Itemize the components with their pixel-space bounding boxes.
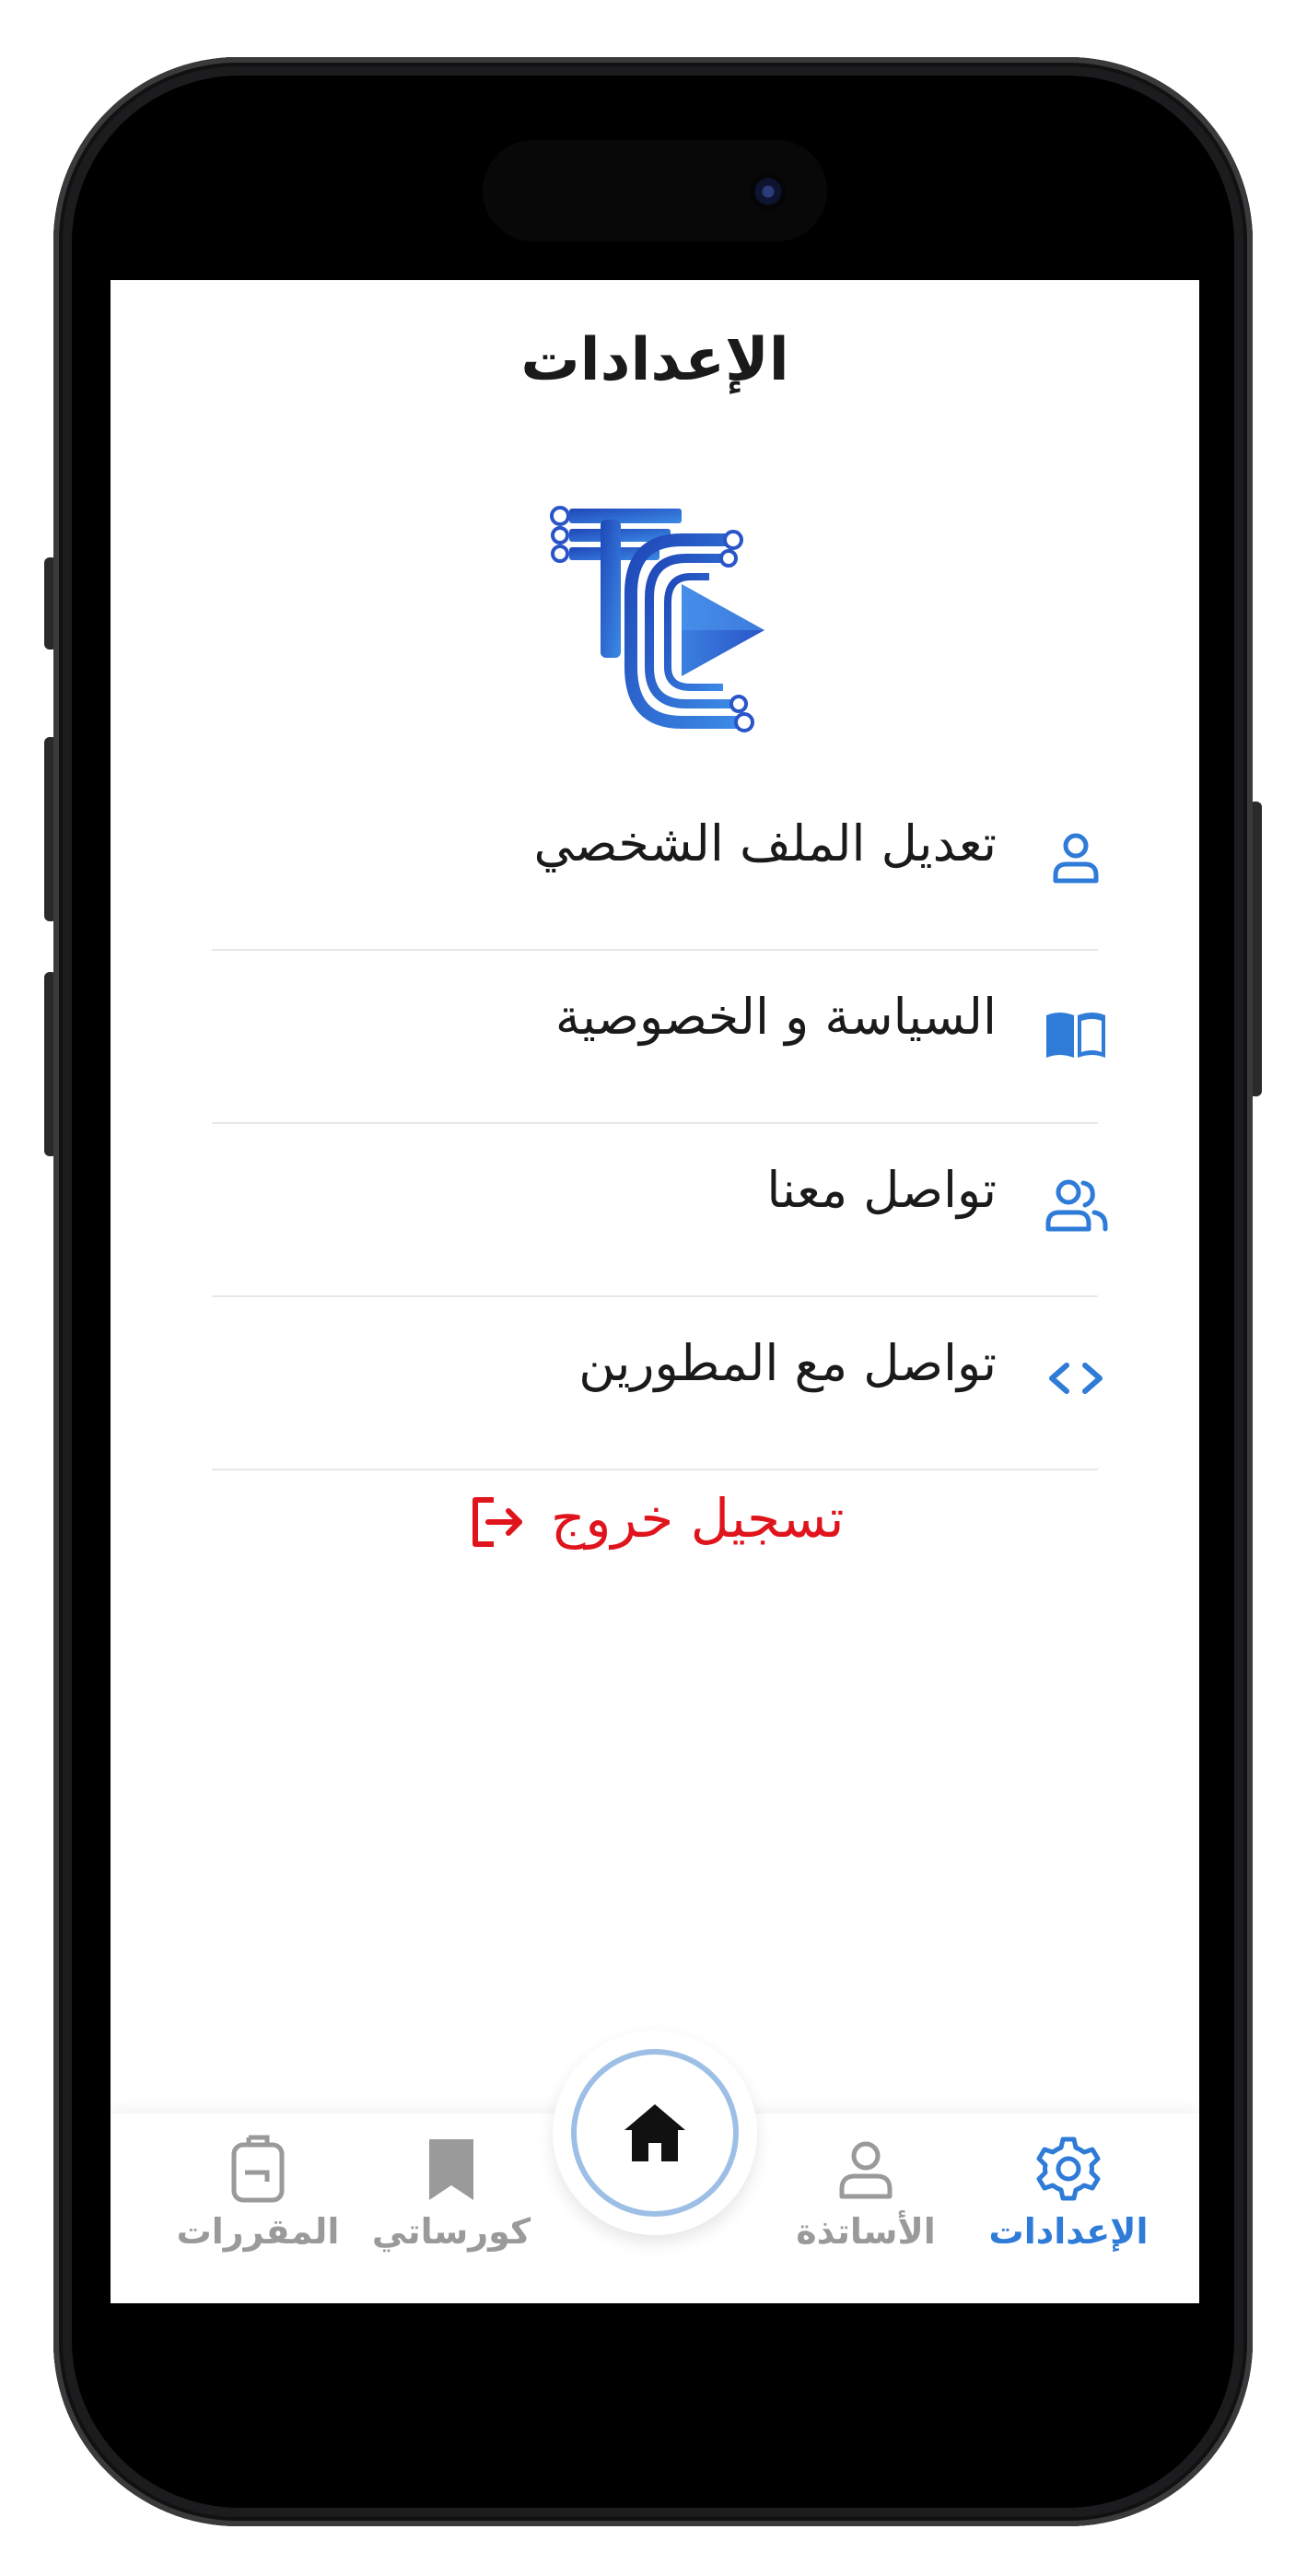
menu-item-edit-profile[interactable]: تعديل الملف الشخصي [212, 778, 1099, 951]
tab-label: كورساتي [371, 2211, 531, 2252]
menu-item-privacy-policy[interactable]: السياسة و الخصوصية [212, 951, 1105, 1124]
logout-label: تسجيل خروج [550, 1487, 845, 1550]
home-icon [624, 2104, 685, 2161]
user-icon [839, 2141, 893, 2199]
menu-item-contact-developers[interactable]: تواصل مع المطورين [212, 1297, 1103, 1470]
menu-item-label: السياسة و الخصوصية [554, 988, 997, 1046]
logout-icon [472, 1496, 522, 1547]
menu-item-contact-us[interactable]: تواصل معنا [212, 1124, 1108, 1297]
menu-item-label: تواصل معنا [766, 1161, 997, 1219]
book-icon [1046, 1013, 1105, 1058]
menu-item-label: تعديل الملف الشخصي [533, 814, 997, 872]
tab-label: الإعدادات [988, 2211, 1149, 2252]
users-icon [1045, 1179, 1108, 1232]
settings-menu: تعديل الملف الشخصي السياسة و الخصوصية تو… [212, 778, 1108, 1470]
app-logo [550, 506, 764, 732]
gear-icon [1036, 2137, 1101, 2201]
tab-label: المقررات [176, 2211, 340, 2252]
home-button[interactable] [571, 2049, 739, 2217]
page-title: الإعدادات [520, 326, 789, 394]
user-icon [1053, 833, 1099, 884]
bookmark-icon [429, 2139, 473, 2200]
tab-settings[interactable]: الإعدادات [967, 2132, 1170, 2252]
menu-item-label: تواصل مع المطورين [578, 1334, 997, 1392]
device-stage: الإعدادات تعديل الملف الشخصي السياسة و ا… [0, 0, 1307, 2576]
tab-subjects[interactable]: المقررات [157, 2132, 359, 2252]
tab-label: الأساتذة [796, 2211, 936, 2252]
backpack-icon [231, 2135, 285, 2203]
app-screen: الإعدادات تعديل الملف الشخصي السياسة و ا… [111, 280, 1199, 2303]
code-icon [1049, 1363, 1103, 1394]
logout-button[interactable]: تسجيل خروج [111, 1487, 1199, 1553]
tab-teachers[interactable]: الأساتذة [764, 2132, 967, 2252]
camera-icon [750, 173, 787, 210]
tab-my-courses[interactable]: كورساتي [350, 2132, 553, 2252]
